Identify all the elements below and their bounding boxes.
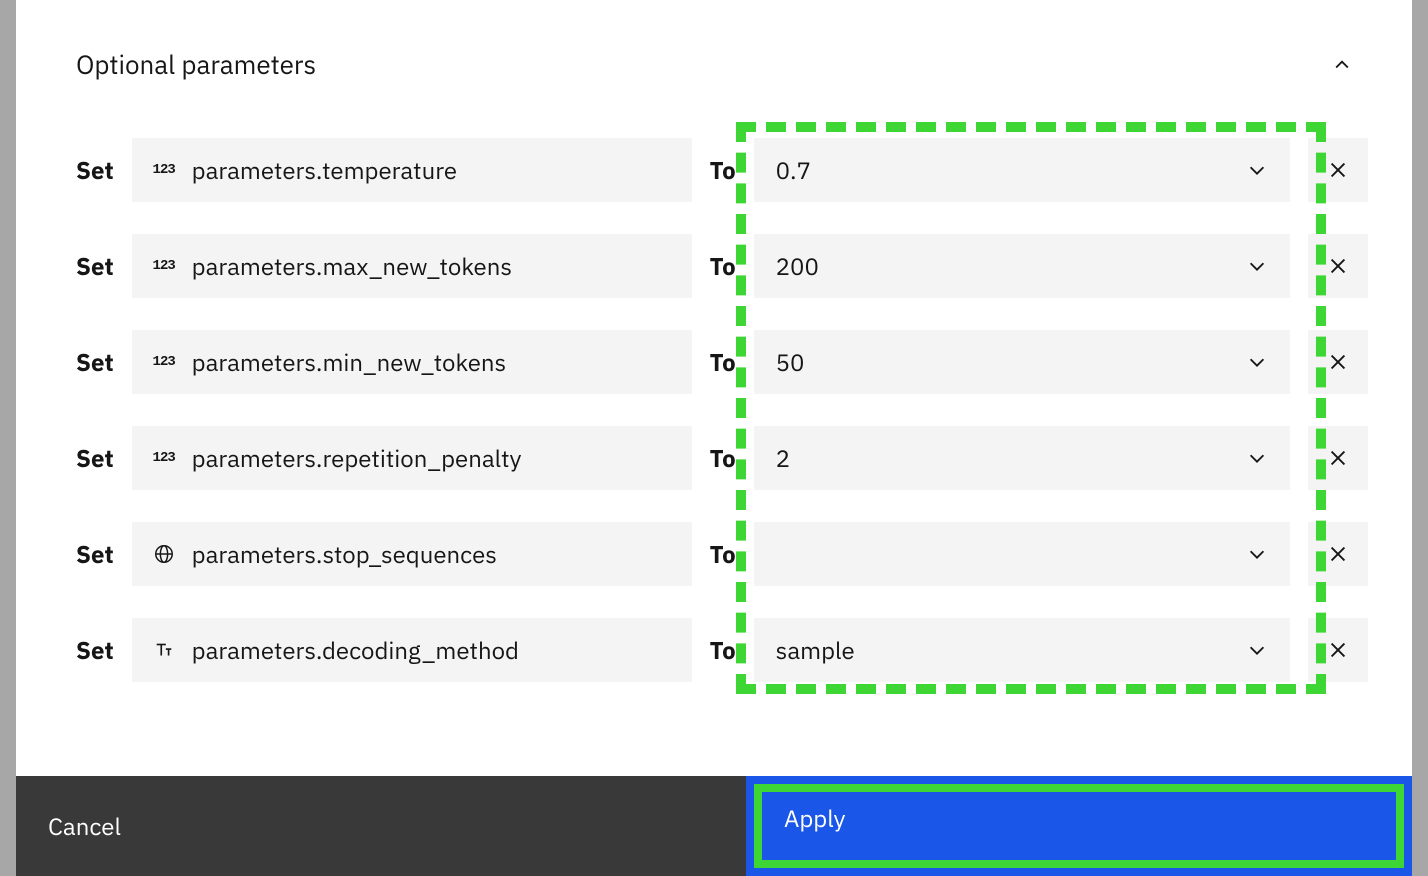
set-label: Set [76, 538, 114, 570]
value-text: 50 [776, 346, 805, 378]
parameter-select[interactable]: 123 parameters.min_new_tokens [132, 330, 692, 394]
value-select[interactable]: 2 [754, 426, 1290, 490]
tutorial-highlight [736, 122, 1326, 694]
right-backdrop [1412, 0, 1428, 876]
apply-button[interactable]: Apply [754, 784, 1404, 868]
value-text: 0.7 [776, 154, 811, 186]
to-label: To [710, 634, 736, 666]
parameter-name: parameters.temperature [192, 154, 457, 186]
number-type-icon: 123 [150, 159, 178, 181]
to-label: To [710, 346, 736, 378]
set-label: Set [76, 634, 114, 666]
value-text: 200 [776, 250, 819, 282]
to-label: To [710, 154, 736, 186]
parameter-row: Set parameters.decoding_method To sample [76, 618, 1352, 682]
chevron-down-icon [1246, 447, 1268, 469]
parameter-name: parameters.stop_sequences [192, 538, 497, 570]
to-label: To [710, 250, 736, 282]
section-title: Optional parameters [76, 48, 316, 82]
parameter-name: parameters.min_new_tokens [192, 346, 507, 378]
parameter-row: Set 123 parameters.min_new_tokens To 50 [76, 330, 1352, 394]
parameter-name: parameters.max_new_tokens [192, 250, 512, 282]
remove-row-button[interactable] [1308, 330, 1368, 394]
remove-row-button[interactable] [1308, 618, 1368, 682]
apply-label: Apply [784, 802, 846, 834]
parameter-rows: Set 123 parameters.temperature To 0.7 [76, 138, 1352, 682]
chevron-down-icon [1246, 159, 1268, 181]
value-text: 2 [776, 442, 790, 474]
set-label: Set [76, 154, 114, 186]
footer-buttons: Cancel Apply [16, 776, 1412, 876]
apply-button-wrap: Apply [746, 776, 1412, 876]
remove-row-button[interactable] [1308, 138, 1368, 202]
parameter-select[interactable]: 123 parameters.repetition_penalty [132, 426, 692, 490]
close-icon [1327, 543, 1349, 565]
parameter-row: Set 123 parameters.repetition_penalty To… [76, 426, 1352, 490]
value-select[interactable]: 50 [754, 330, 1290, 394]
to-label: To [710, 538, 736, 570]
value-select[interactable]: 0.7 [754, 138, 1290, 202]
text-type-icon [150, 639, 178, 661]
value-select[interactable]: sample [754, 618, 1290, 682]
remove-row-button[interactable] [1308, 522, 1368, 586]
parameter-row: Set parameters.stop_sequences To [76, 522, 1352, 586]
close-icon [1327, 255, 1349, 277]
section-header[interactable]: Optional parameters [76, 48, 1352, 82]
parameter-select[interactable]: parameters.stop_sequences [132, 522, 692, 586]
close-icon [1327, 447, 1349, 469]
cancel-button[interactable]: Cancel [16, 776, 746, 876]
chevron-down-icon [1246, 639, 1268, 661]
set-label: Set [76, 442, 114, 474]
chevron-up-icon [1332, 55, 1352, 75]
value-select[interactable]: 200 [754, 234, 1290, 298]
value-text: sample [776, 634, 855, 666]
parameter-select[interactable]: parameters.decoding_method [132, 618, 692, 682]
number-type-icon: 123 [150, 351, 178, 373]
left-backdrop [0, 0, 16, 876]
chevron-down-icon [1246, 543, 1268, 565]
parameter-row: Set 123 parameters.max_new_tokens To 200 [76, 234, 1352, 298]
globe-type-icon [150, 543, 178, 565]
number-type-icon: 123 [150, 255, 178, 277]
number-type-icon: 123 [150, 447, 178, 469]
remove-row-button[interactable] [1308, 234, 1368, 298]
close-icon [1327, 159, 1349, 181]
parameter-row: Set 123 parameters.temperature To 0.7 [76, 138, 1352, 202]
remove-row-button[interactable] [1308, 426, 1368, 490]
set-label: Set [76, 250, 114, 282]
chevron-down-icon [1246, 255, 1268, 277]
parameter-select[interactable]: 123 parameters.temperature [132, 138, 692, 202]
set-label: Set [76, 346, 114, 378]
close-icon [1327, 639, 1349, 661]
parameter-name: parameters.decoding_method [192, 634, 519, 666]
cancel-label: Cancel [48, 810, 121, 842]
parameter-name: parameters.repetition_penalty [192, 442, 522, 474]
close-icon [1327, 351, 1349, 373]
value-select[interactable] [754, 522, 1290, 586]
parameters-panel: Optional parameters Set 123 parameters.t… [16, 0, 1412, 876]
parameter-select[interactable]: 123 parameters.max_new_tokens [132, 234, 692, 298]
chevron-down-icon [1246, 351, 1268, 373]
to-label: To [710, 442, 736, 474]
